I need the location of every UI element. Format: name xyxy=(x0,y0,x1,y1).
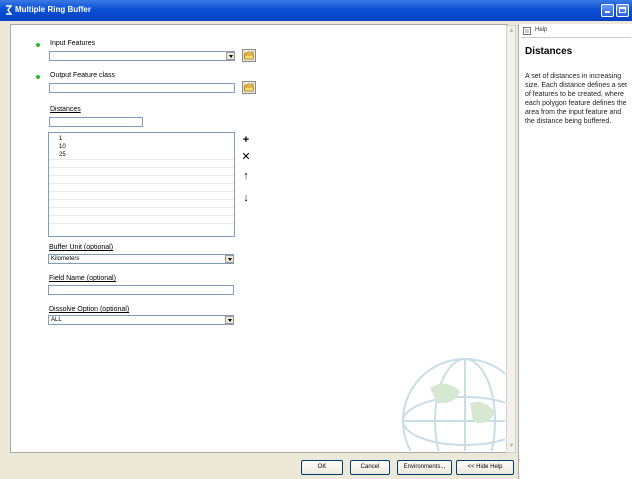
list-item[interactable]: 25 xyxy=(49,151,234,159)
input-features-combo[interactable] xyxy=(49,51,235,61)
help-description: A set of distances in increasing size. E… xyxy=(525,73,627,125)
output-feature-class-browse-button[interactable] xyxy=(242,81,256,94)
list-gridline xyxy=(49,167,234,168)
cancel-button[interactable]: Cancel xyxy=(350,460,390,475)
required-indicator xyxy=(36,75,40,79)
list-gridline xyxy=(49,207,234,208)
environments-button[interactable]: Environments... xyxy=(397,460,452,475)
move-up-icon[interactable]: ↑ xyxy=(241,171,251,182)
open-folder-icon xyxy=(244,83,254,92)
field-name-label: Field Name (optional) xyxy=(49,275,116,282)
list-gridline xyxy=(49,215,234,216)
title-bar: Multiple Ring Buffer xyxy=(0,0,632,22)
maximize-button[interactable] xyxy=(616,4,629,17)
output-feature-class-label: Output Feature class xyxy=(50,72,115,79)
parameters-scrollbar[interactable]: ▲ ▼ xyxy=(506,25,516,453)
minimize-button[interactable] xyxy=(601,4,614,17)
dialog-body: Input Features Output Feature class Dist… xyxy=(0,21,632,479)
delete-icon[interactable]: ✕ xyxy=(241,152,251,163)
list-gridline xyxy=(49,183,234,184)
chevron-down-icon[interactable] xyxy=(225,316,234,324)
buffer-unit-label: Buffer Unit (optional) xyxy=(49,244,114,251)
ok-button[interactable]: OK xyxy=(301,460,343,475)
input-features-label: Input Features xyxy=(50,40,96,47)
input-features-browse-button[interactable] xyxy=(242,49,256,62)
help-title: Distances xyxy=(525,46,573,57)
distance-value-input[interactable] xyxy=(49,117,143,127)
distances-label: Distances xyxy=(50,106,81,113)
output-feature-class-input[interactable] xyxy=(49,83,235,93)
chevron-down-icon[interactable] xyxy=(226,52,235,60)
field-name-input[interactable] xyxy=(48,285,234,295)
dissolve-option-label: Dissolve Option (optional) xyxy=(49,306,130,313)
scroll-down-icon[interactable]: ▼ xyxy=(508,443,515,450)
list-gridline xyxy=(49,223,234,224)
buffer-unit-select[interactable]: Kilometers xyxy=(48,254,234,264)
move-down-icon[interactable]: ↓ xyxy=(241,193,251,204)
window-title: Multiple Ring Buffer xyxy=(15,5,91,14)
chevron-down-icon[interactable] xyxy=(225,255,234,263)
add-icon[interactable]: + xyxy=(241,135,251,146)
list-gridline xyxy=(49,199,234,200)
list-gridline xyxy=(49,175,234,176)
help-tab-label: Help xyxy=(535,27,548,33)
list-item[interactable]: 1 xyxy=(49,135,234,143)
list-gridline xyxy=(49,159,234,160)
list-item[interactable]: 10 xyxy=(49,143,234,151)
toolbox-tool-icon xyxy=(6,5,13,15)
dissolve-option-select[interactable]: ALL xyxy=(48,315,234,325)
list-gridline xyxy=(49,191,234,192)
distances-list[interactable]: 1 10 25 xyxy=(48,132,235,237)
help-book-icon xyxy=(523,27,531,35)
hide-help-button[interactable]: << Hide Help xyxy=(456,460,514,475)
help-tab[interactable]: Help xyxy=(521,26,631,38)
globe-watermark-icon xyxy=(402,358,505,451)
open-folder-icon xyxy=(244,51,254,60)
help-panel: Help Distances A set of distances in inc… xyxy=(518,24,632,479)
scroll-up-icon[interactable]: ▲ xyxy=(508,28,515,35)
required-indicator xyxy=(36,43,40,47)
